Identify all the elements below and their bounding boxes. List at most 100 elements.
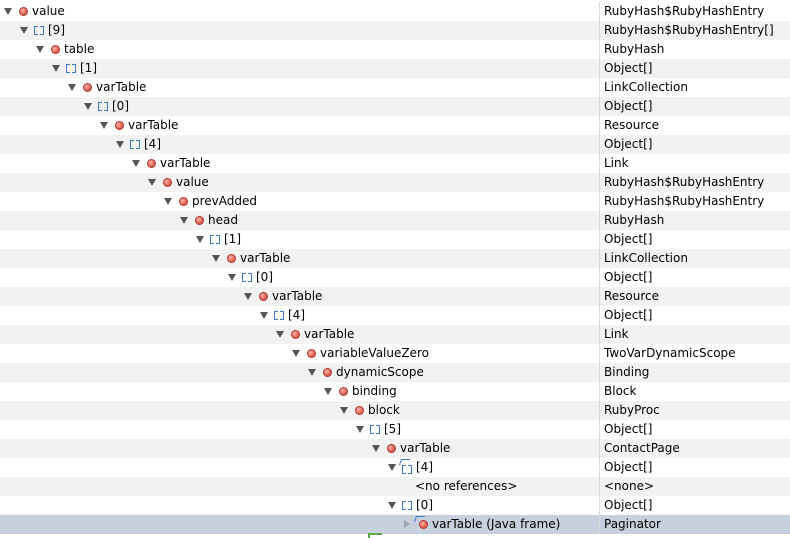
object-reference-tree: value RubyHash$RubyHashEntry [9] RubyHash$R…	[0, 0, 790, 538]
expanded-triangle-icon[interactable]	[340, 407, 348, 414]
tree-row[interactable]: varTable LinkCollection	[0, 249, 790, 268]
expanded-triangle-icon[interactable]	[388, 464, 396, 471]
expanded-triangle-icon[interactable]	[148, 179, 156, 186]
tree-row-label: [9]	[48, 23, 65, 37]
tree-row-name-cell: [0]	[0, 268, 598, 287]
expanded-triangle-icon[interactable]	[324, 388, 332, 395]
expanded-triangle-icon[interactable]	[116, 141, 124, 148]
tree-row-label: [0]	[256, 270, 273, 284]
expanded-triangle-icon[interactable]	[276, 331, 284, 338]
expanded-triangle-icon[interactable]	[212, 255, 220, 262]
array-icon	[66, 63, 78, 74]
expanded-triangle-icon[interactable]	[52, 65, 60, 72]
tree-row[interactable]: varTable (Java frame) Paginator	[0, 515, 790, 534]
tree-row-type: <none>	[599, 477, 790, 496]
tree-row[interactable]: prevAdded RubyHash$RubyHashEntry	[0, 192, 790, 211]
expanded-triangle-icon[interactable]	[36, 46, 44, 53]
expanded-triangle-icon[interactable]	[100, 122, 108, 129]
tree-row[interactable]: block RubyProc	[0, 401, 790, 420]
tree-row-name-cell: [5]	[0, 420, 598, 439]
tree-row[interactable]: [4] Object[]	[0, 306, 790, 325]
tree-row[interactable]: variableValueZero TwoVarDynamicScope	[0, 344, 790, 363]
expanded-triangle-icon[interactable]	[20, 27, 28, 34]
tree-row[interactable]: varTable Link	[0, 154, 790, 173]
tree-row-type: Binding	[599, 363, 790, 382]
tree-row-label: varTable	[304, 327, 355, 341]
tree-row-label: varTable	[240, 251, 291, 265]
field-icon	[259, 292, 268, 301]
expanded-triangle-icon[interactable]	[260, 312, 268, 319]
tree-row-name-cell: varTable	[0, 78, 598, 97]
array-icon	[402, 500, 414, 511]
tree-row[interactable]: <no references> <none>	[0, 477, 790, 496]
tree-row-name-cell: varTable	[0, 287, 598, 306]
tree-row[interactable]: [1] Object[]	[0, 230, 790, 249]
tree-row[interactable]: head RubyHash	[0, 211, 790, 230]
field-icon	[115, 121, 124, 130]
array-icon	[210, 234, 222, 245]
expanded-triangle-icon[interactable]	[164, 198, 172, 205]
tree-row-type: ContactPage	[599, 439, 790, 458]
tree-row-name-cell: block	[0, 401, 598, 420]
tree-row[interactable]: value RubyHash$RubyHashEntry	[0, 173, 790, 192]
expanded-triangle-icon[interactable]	[84, 103, 92, 110]
expanded-triangle-icon[interactable]	[228, 274, 236, 281]
tree-row[interactable]: [4] Object[]	[0, 135, 790, 154]
field-icon	[323, 368, 332, 377]
tree-row-name-cell: [1]	[0, 59, 598, 78]
tree-row-name-cell: head	[0, 211, 598, 230]
tree-row[interactable]: varTable Link	[0, 325, 790, 344]
expanded-triangle-icon[interactable]	[308, 369, 316, 376]
tree-row[interactable]: [0] Object[]	[0, 496, 790, 515]
tree-row-name-cell: [4]	[0, 306, 598, 325]
tree-row-type: RubyProc	[599, 401, 790, 420]
tree-row-name-cell: value	[0, 173, 598, 192]
expanded-triangle-icon[interactable]	[292, 350, 300, 357]
expanded-triangle-icon[interactable]	[132, 160, 140, 167]
tree-row-name-cell: value	[0, 2, 598, 21]
tree-row-label: dynamicScope	[336, 365, 424, 379]
field-icon	[291, 330, 300, 339]
tree-row[interactable]: dynamicScope Binding	[0, 363, 790, 382]
expanded-triangle-icon[interactable]	[68, 84, 76, 91]
tree-row-label: <no references>	[415, 479, 518, 493]
expanded-triangle-icon[interactable]	[356, 426, 364, 433]
tree-row-label: varTable	[128, 118, 179, 132]
tree-row-label: head	[208, 213, 238, 227]
tree-row[interactable]: table RubyHash	[0, 40, 790, 59]
array-icon	[274, 310, 286, 321]
tree-row-label: block	[368, 403, 400, 417]
tree-row[interactable]: value RubyHash$RubyHashEntry	[0, 2, 790, 21]
expanded-triangle-icon[interactable]	[196, 236, 204, 243]
tree-row-name-cell: <no references>	[0, 477, 598, 496]
tree-row[interactable]: [1] Object[]	[0, 59, 790, 78]
field-icon	[163, 178, 172, 187]
tree-row-type: Object[]	[599, 230, 790, 249]
tree-row-type: LinkCollection	[599, 78, 790, 97]
tree-row[interactable]: [4] Object[]	[0, 458, 790, 477]
tree-row[interactable]: varTable ContactPage	[0, 439, 790, 458]
tree-row[interactable]: binding Block	[0, 382, 790, 401]
tree-row[interactable]: varTable Resource	[0, 116, 790, 135]
tree-row-type: RubyHash$RubyHashEntry[]	[599, 21, 790, 40]
tree-row-name-cell: varTable	[0, 439, 598, 458]
tree-row-name-cell: binding	[0, 382, 598, 401]
expanded-triangle-icon[interactable]	[244, 293, 252, 300]
tree-row-label: varTable	[272, 289, 323, 303]
tree-row-name-cell: varTable	[0, 154, 598, 173]
tree-row-name-cell: [9]	[0, 21, 598, 40]
expanded-triangle-icon[interactable]	[180, 217, 188, 224]
tree-row[interactable]: [0] Object[]	[0, 268, 790, 287]
array-icon	[98, 101, 110, 112]
expanded-triangle-icon[interactable]	[372, 445, 380, 452]
expanded-triangle-icon[interactable]	[388, 502, 396, 509]
tree-row[interactable]: varTable LinkCollection	[0, 78, 790, 97]
tree-row[interactable]: varTable Resource	[0, 287, 790, 306]
expanded-triangle-icon[interactable]	[4, 8, 12, 15]
tree-row[interactable]: [9] RubyHash$RubyHashEntry[]	[0, 21, 790, 40]
collapsed-triangle-icon[interactable]	[404, 520, 410, 528]
tree-row[interactable]: [0] Object[]	[0, 97, 790, 116]
field-icon	[307, 349, 316, 358]
tree-row[interactable]: [5] Object[]	[0, 420, 790, 439]
field-icon	[339, 387, 348, 396]
